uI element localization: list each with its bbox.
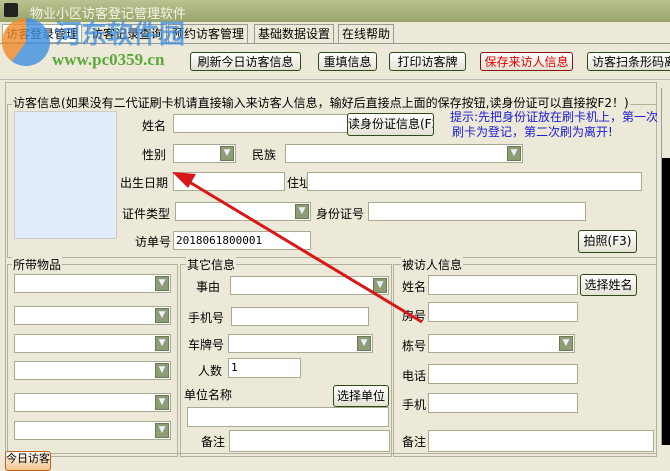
annotation-arrow [172,172,423,324]
